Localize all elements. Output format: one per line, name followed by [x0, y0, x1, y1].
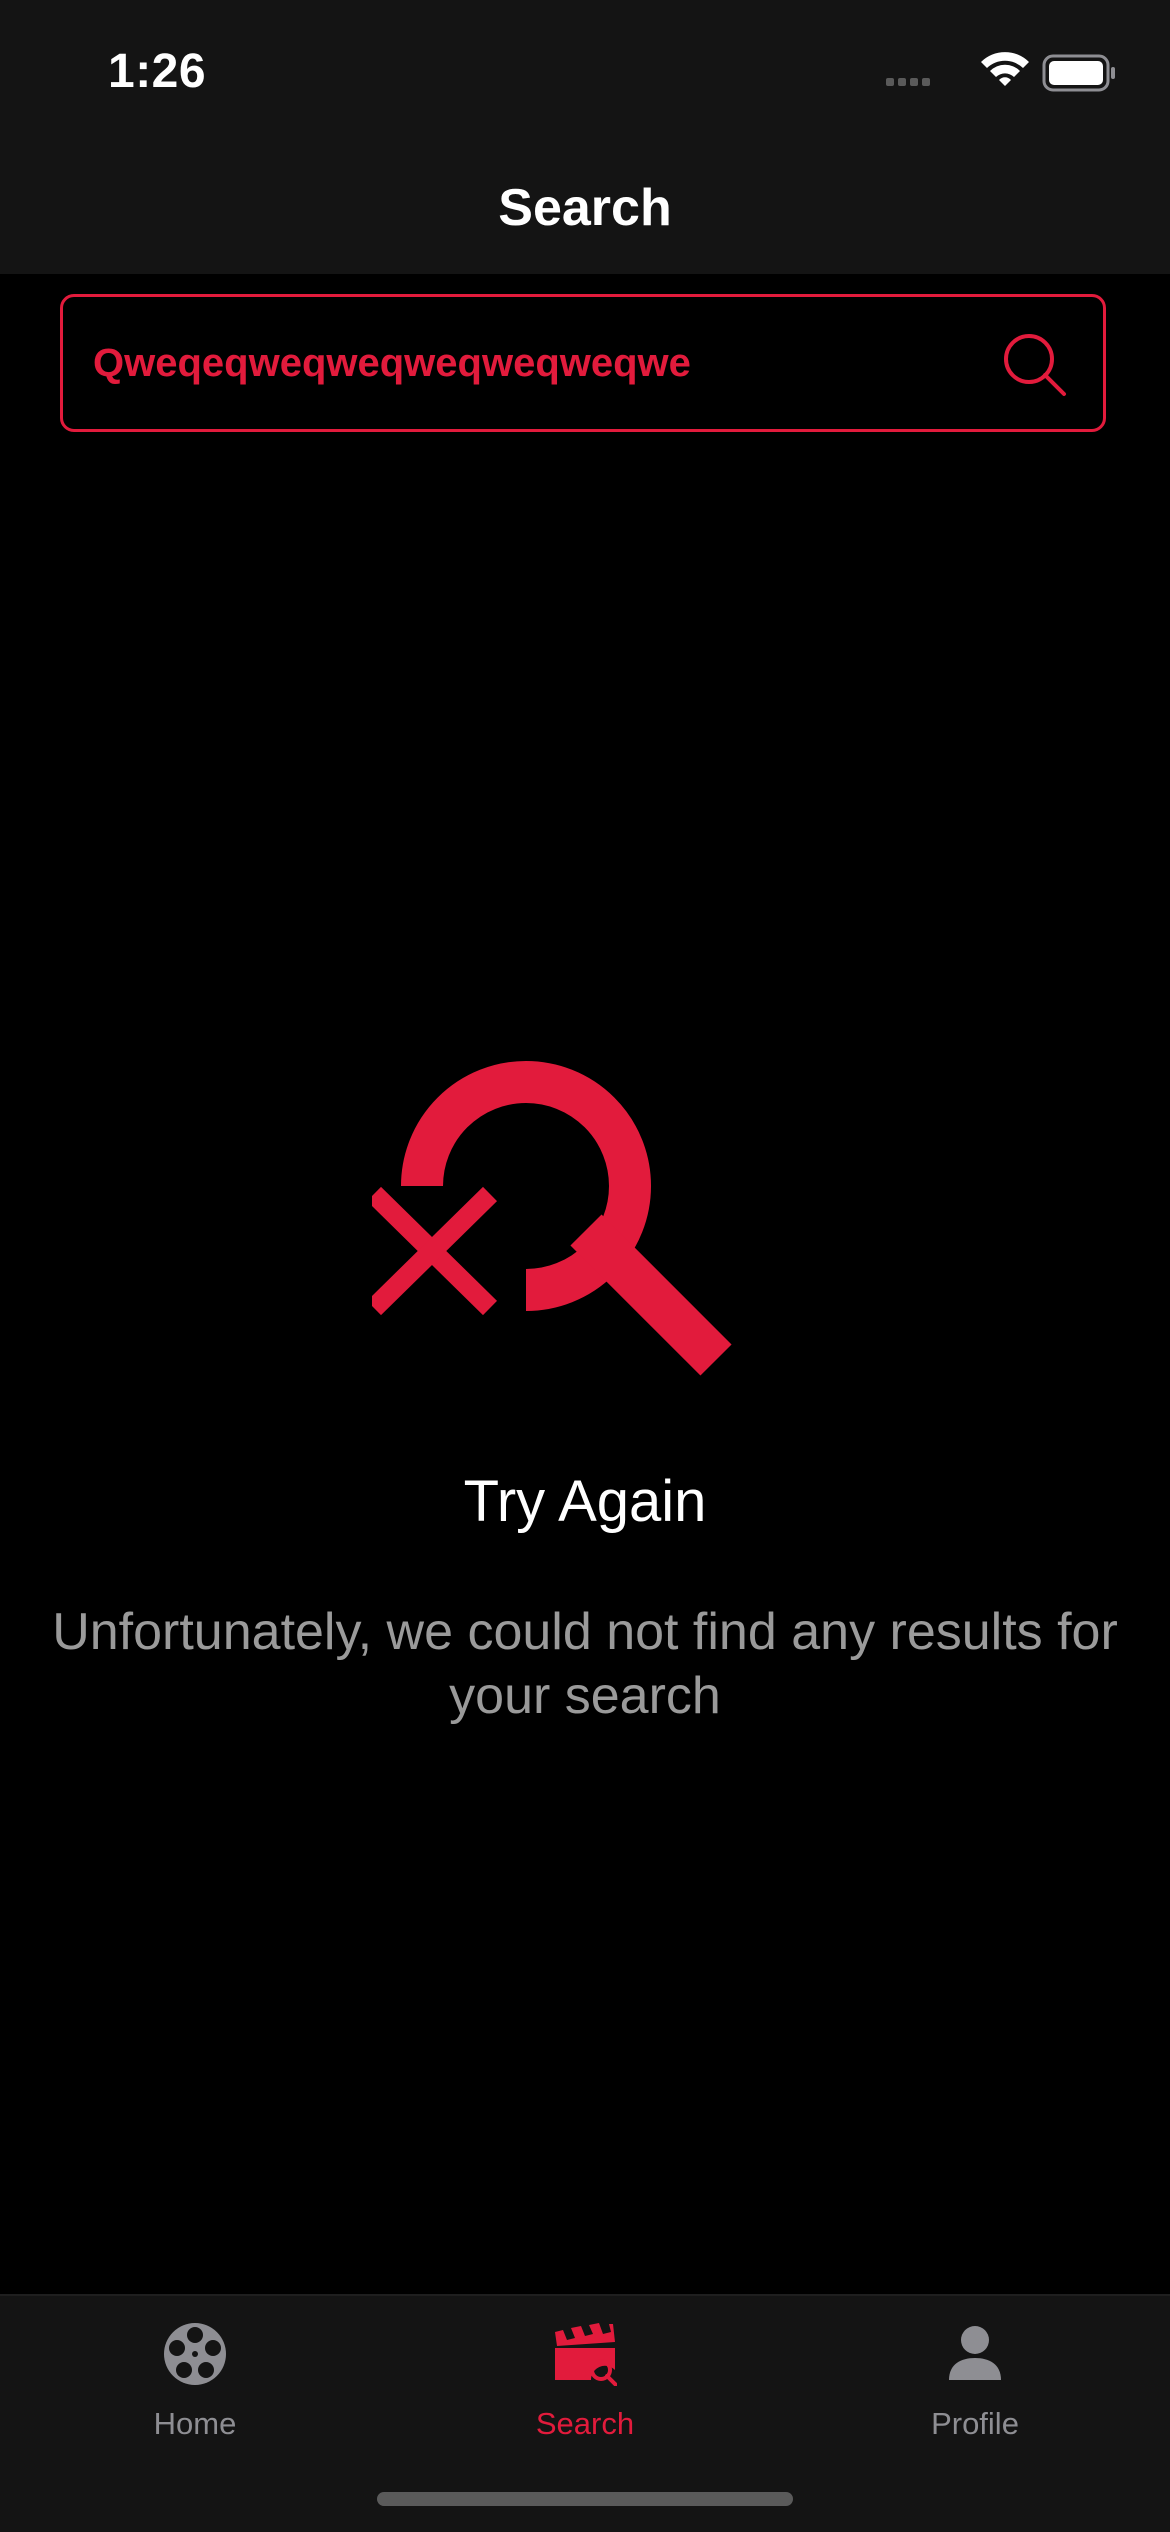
battery-icon — [1042, 54, 1115, 92]
search-input[interactable] — [93, 297, 993, 429]
tab-home[interactable]: Home — [0, 2296, 390, 2456]
status-time: 1:26 — [108, 45, 207, 98]
top-bar: 1:26 Search — [0, 0, 1170, 274]
clapperboard-search-icon — [555, 2323, 617, 2386]
empty-state-message: Unfortunately, we could not find any res… — [52, 1603, 1118, 1725]
search-icon[interactable] — [1001, 331, 1069, 399]
tab-label-home: Home — [153, 2406, 237, 2441]
empty-state-title: Try Again — [463, 1469, 707, 1534]
tab-search[interactable]: Search — [390, 2296, 780, 2456]
page-title: Search — [498, 179, 672, 237]
home-indicator[interactable] — [377, 2492, 793, 2506]
person-icon — [949, 2326, 1001, 2380]
tab-label-search: Search — [535, 2406, 635, 2441]
x-mark — [372, 1186, 498, 1316]
wifi-icon — [981, 52, 1029, 86]
search-field[interactable] — [60, 294, 1106, 432]
search-screen: 1:26 Search Qweqeqweqweqweqweqweqwe Try … — [0, 0, 1170, 2532]
tab-profile[interactable]: Profile — [780, 2296, 1170, 2456]
tab-label-profile: Profile — [931, 2406, 1019, 2441]
status-icons — [886, 52, 1115, 92]
search-no-results-icon — [372, 1061, 732, 1376]
film-reel-icon — [164, 2323, 226, 2385]
cellular-signal-icon — [886, 78, 930, 86]
